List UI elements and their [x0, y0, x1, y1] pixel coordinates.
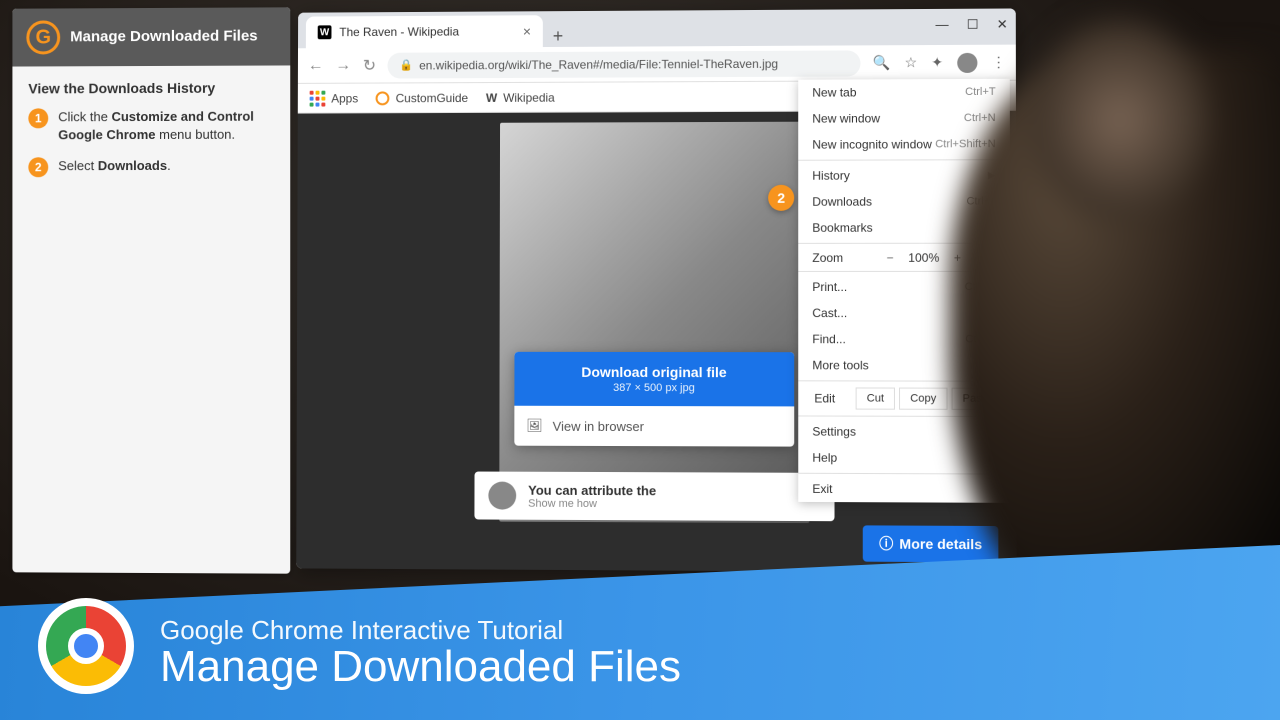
menu-copy[interactable]: Copy: [899, 388, 947, 410]
tutorial-title: Manage Downloaded Files: [70, 28, 258, 47]
step-badge-1: 1: [28, 108, 48, 128]
zoom-value: 100%: [908, 250, 939, 264]
customguide-logo-icon: G: [26, 20, 60, 54]
forward-icon[interactable]: →: [335, 56, 351, 74]
browser-toolbar: ← → ↻ 🔒 en.wikipedia.org/wiki/The_Raven#…: [298, 45, 1016, 84]
menu-new-window[interactable]: New windowCtrl+N: [798, 105, 1010, 132]
url-text: en.wikipedia.org/wiki/The_Raven#/media/F…: [419, 56, 778, 72]
back-icon[interactable]: ←: [308, 57, 324, 75]
menu-cut[interactable]: Cut: [856, 387, 895, 409]
tutorial-step-2: 2 Select Downloads.: [28, 157, 274, 178]
minimize-icon[interactable]: ―: [935, 17, 948, 33]
bookmark-wikipedia[interactable]: WWikipedia: [486, 90, 555, 104]
title-banner: Google Chrome Interactive Tutorial Manag…: [0, 545, 1280, 720]
tutorial-step-1: 1 Click the Customize and Control Google…: [28, 108, 274, 144]
menu-new-tab[interactable]: New tabCtrl+T: [798, 79, 1010, 106]
media-image: [499, 122, 809, 523]
browser-tab[interactable]: W The Raven - Wikipedia ×: [306, 15, 543, 48]
bookmark-customguide[interactable]: CustomGuide: [376, 91, 468, 105]
tab-strip: W The Raven - Wikipedia × + ― ☐ ✕: [298, 8, 1016, 48]
step-text-1: Click the Customize and Control Google C…: [58, 108, 274, 144]
apps-shortcut[interactable]: Apps: [310, 90, 359, 106]
tutorial-section-heading: View the Downloads History: [28, 80, 274, 97]
lock-icon: 🔒: [400, 59, 414, 72]
star-icon[interactable]: ☆: [904, 54, 917, 71]
wiki-icon: W: [486, 90, 497, 104]
apps-grid-icon: [310, 90, 326, 106]
profile-icon[interactable]: [957, 52, 977, 72]
chrome-window: W The Raven - Wikipedia × + ― ☐ ✕ ← → ↻ …: [296, 8, 1016, 572]
attribution-text: You can attribute the: [528, 482, 656, 498]
author-avatar-icon: [488, 482, 516, 510]
download-card: Download original file 387 × 500 px jpg …: [514, 352, 794, 447]
chrome-logo-icon: [38, 598, 134, 694]
callout-badge-2: 2: [768, 185, 794, 211]
banner-title: Manage Downloaded Files: [160, 642, 681, 692]
cg-icon: [376, 91, 390, 105]
maximize-icon[interactable]: ☐: [967, 17, 979, 33]
zoom-out-button[interactable]: −: [880, 250, 900, 264]
download-original-button[interactable]: Download original file 387 × 500 px jpg: [514, 352, 794, 407]
wikipedia-favicon-icon: W: [318, 25, 332, 39]
tab-close-icon[interactable]: ×: [523, 23, 531, 39]
address-bar[interactable]: 🔒 en.wikipedia.org/wiki/The_Raven#/media…: [388, 50, 861, 78]
banner-subtitle: Google Chrome Interactive Tutorial: [160, 615, 681, 646]
window-controls: ― ☐ ✕: [935, 17, 1007, 33]
attribution-link[interactable]: Show me how: [528, 497, 656, 510]
reload-icon[interactable]: ↻: [363, 55, 376, 75]
view-in-browser-link[interactable]: 🖼 View in browser: [514, 406, 794, 447]
image-icon: 🖼: [526, 418, 542, 434]
search-icon[interactable]: 🔍: [873, 54, 891, 71]
tab-title: The Raven - Wikipedia: [339, 25, 459, 40]
extensions-icon[interactable]: ✦: [931, 54, 943, 71]
new-tab-button[interactable]: +: [543, 26, 573, 47]
step-badge-2: 2: [28, 157, 48, 177]
menu-button[interactable]: ⋮: [992, 54, 1006, 71]
attribution-bar: You can attribute the Show me how: [474, 472, 834, 522]
tutorial-panel: G Manage Downloaded Files View the Downl…: [12, 7, 290, 573]
tutorial-header: G Manage Downloaded Files: [12, 7, 290, 66]
close-icon[interactable]: ✕: [997, 17, 1008, 33]
step-text-2: Select Downloads.: [58, 157, 171, 175]
